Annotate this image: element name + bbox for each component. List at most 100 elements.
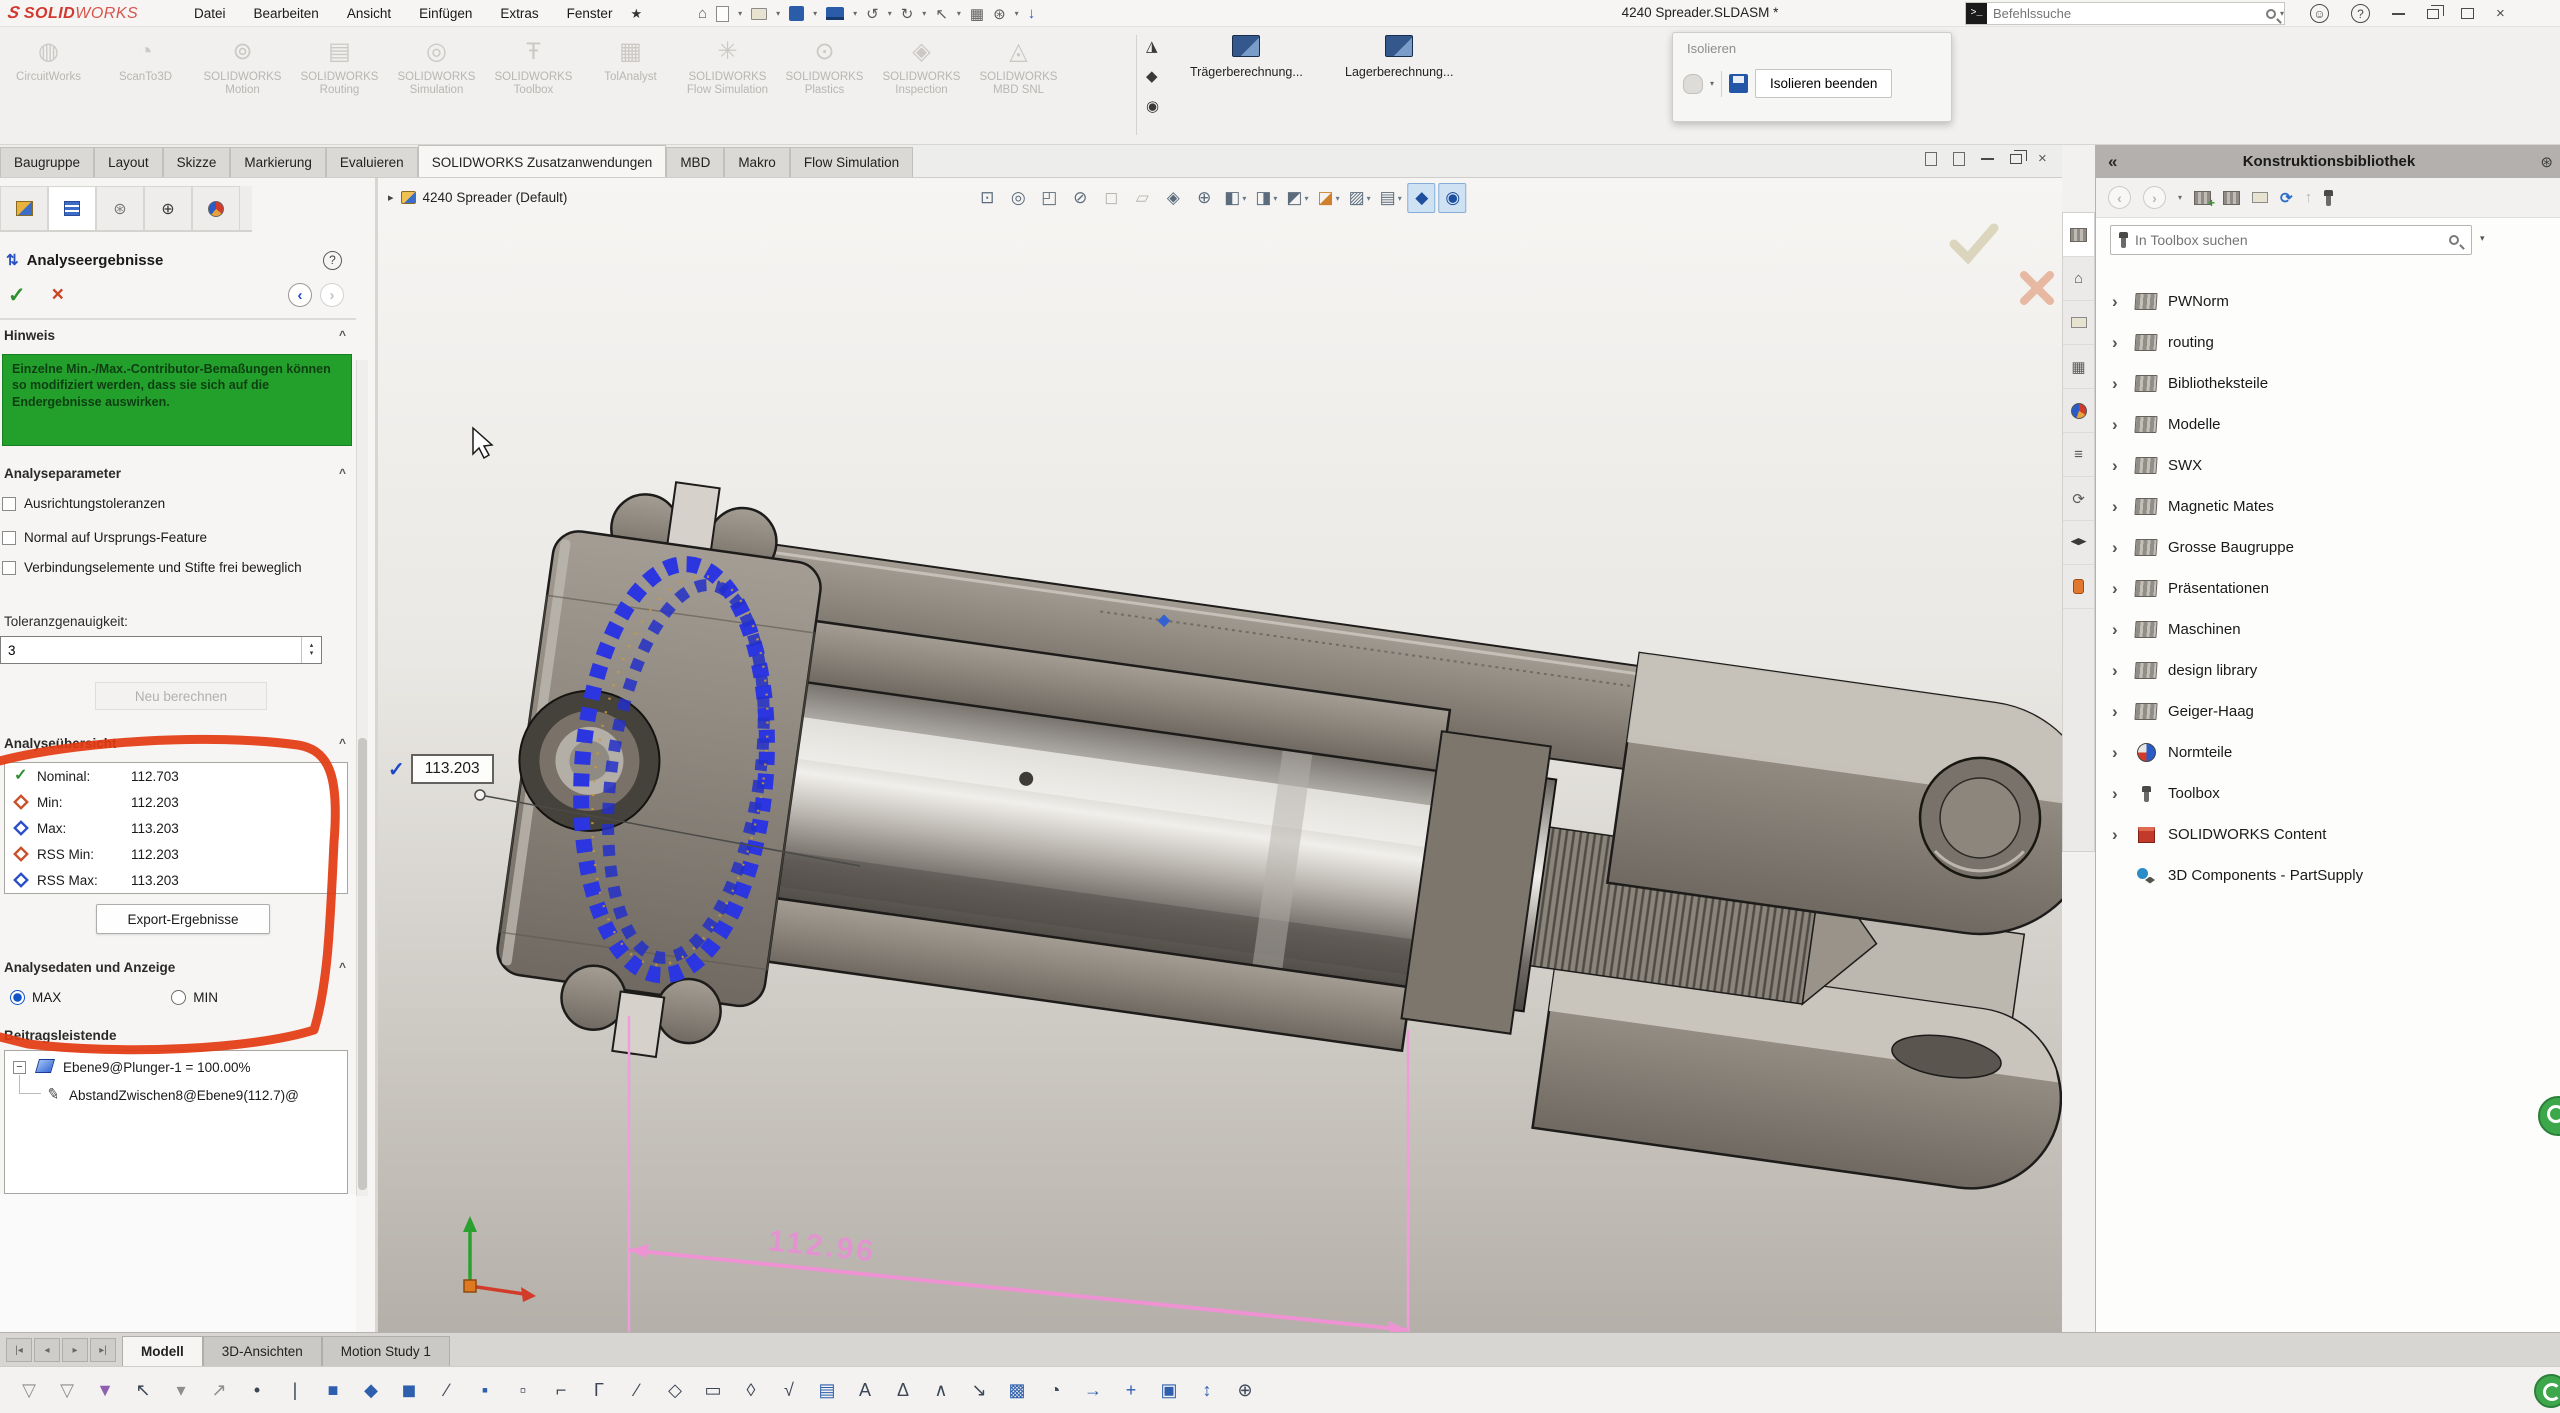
expander-icon[interactable]: › — [2112, 374, 2132, 394]
expander-icon[interactable]: › — [2112, 825, 2132, 845]
collapse-panel-icon[interactable]: « — [2108, 152, 2117, 172]
select-caret-icon[interactable]: ▾ — [162, 1371, 200, 1409]
addin-toolbox[interactable]: ŦSOLIDWORKS Toolbox — [485, 33, 582, 97]
new-document-icon[interactable] — [716, 6, 729, 22]
panel-scrollbar[interactable] — [356, 360, 368, 1196]
collapse-icon[interactable]: ^ — [339, 466, 346, 480]
tool-icon-3[interactable]: ◉ — [1146, 97, 1159, 115]
expander-icon[interactable]: › — [2112, 333, 2132, 353]
addin-inspection[interactable]: ◈SOLIDWORKS Inspection — [873, 33, 970, 97]
collapse-icon[interactable]: ^ — [339, 960, 346, 974]
tab-motion-study-1[interactable]: Motion Study 1 — [322, 1336, 450, 1366]
tab-featuremanager[interactable] — [0, 186, 48, 230]
expander-icon[interactable]: › — [2112, 784, 2132, 804]
history-caret-icon[interactable]: ▾ — [2178, 193, 2182, 202]
command-search-input[interactable] — [1987, 6, 2266, 21]
expander-icon[interactable]: › — [2112, 620, 2132, 640]
display-section-header[interactable]: Analysedaten und Anzeige ^ — [4, 960, 352, 980]
print-icon[interactable] — [826, 7, 844, 20]
sketch-point-icon[interactable]: • — [238, 1371, 276, 1409]
diamond-icon[interactable]: ◇ — [656, 1371, 694, 1409]
search-caret-icon[interactable]: ▾ — [2280, 9, 2284, 18]
forward-icon[interactable]: › — [2143, 186, 2166, 209]
export-results-button[interactable]: Export-Ergebnisse — [96, 904, 270, 934]
previous-view-icon[interactable]: ◰ — [1035, 183, 1063, 213]
addin-simulation[interactable]: ◎SOLIDWORKS Simulation — [388, 33, 485, 97]
ok-button[interactable]: ✓ — [8, 283, 26, 308]
lasso-icon[interactable]: ↗ — [200, 1371, 238, 1409]
tab-file-explorer[interactable] — [2063, 301, 2094, 345]
tab-dimxpertmanager[interactable]: ⊕ — [144, 186, 192, 230]
collapse-icon[interactable]: ^ — [339, 328, 346, 342]
expander-icon[interactable]: › — [2112, 702, 2132, 722]
parameter-section-header[interactable]: Analyseparameter ^ — [4, 466, 352, 486]
tab-flow-simulation[interactable]: Flow Simulation — [790, 147, 913, 177]
corner-rect-icon[interactable]: ⌐ — [542, 1371, 580, 1409]
select-caret-icon[interactable]: ▾ — [957, 9, 961, 18]
display-style-icon[interactable]: ◨ — [1252, 183, 1280, 213]
addin-mbd-snl[interactable]: ◬SOLIDWORKS MBD SNL — [970, 33, 1067, 97]
ellipse-tool-icon[interactable]: ◊ — [732, 1371, 770, 1409]
scene-icon[interactable]: ▨ — [1346, 183, 1374, 213]
tab-displaymanager[interactable] — [192, 186, 240, 230]
next-tab-button[interactable]: ▸ — [62, 1338, 88, 1362]
tree-item-modelle[interactable]: ›Modelle — [2096, 404, 2560, 445]
tree-item-toolbox[interactable]: ›Toolbox — [2096, 773, 2560, 814]
open-caret-icon[interactable]: ▾ — [776, 9, 780, 18]
toolbox-search[interactable] — [2110, 225, 2472, 255]
tree-child-item[interactable]: AbstandZwischen8@Ebene9(112.7)@ — [69, 1088, 299, 1103]
select-icon[interactable]: ↖ — [935, 5, 948, 23]
hide-hand-icon[interactable] — [1683, 74, 1703, 94]
maximize-button[interactable] — [2461, 8, 2474, 19]
last-tab-button[interactable]: ▸| — [90, 1338, 116, 1362]
save-caret-icon[interactable]: ▾ — [813, 9, 817, 18]
tree-item-routing[interactable]: ›routing — [2096, 322, 2560, 363]
tab-appearances[interactable] — [2063, 389, 2094, 433]
addin-plastics[interactable]: ⊙SOLIDWORKS Plastics — [776, 33, 873, 97]
isolate-caret-icon[interactable]: ▾ — [1710, 79, 1714, 88]
tree-item-praesentationen[interactable]: ›Präsentationen — [2096, 568, 2560, 609]
tab-makro[interactable]: Makro — [724, 147, 790, 177]
menu-datei[interactable]: Datei — [180, 0, 240, 27]
addin-scanto3d[interactable]: ◔ScanTo3D — [97, 33, 194, 97]
restore-button[interactable] — [2427, 9, 2439, 19]
recalculate-button[interactable]: Neu berechnen — [95, 682, 267, 710]
toolbox-bolt-icon[interactable] — [2324, 190, 2333, 206]
point-small-icon[interactable]: ▪ — [466, 1371, 504, 1409]
select-tool-icon[interactable]: ↖ — [124, 1371, 162, 1409]
tab-addin[interactable] — [2063, 565, 2094, 609]
dimension-value[interactable]: 113.203 — [411, 754, 494, 784]
line-tool-icon[interactable]: ∕ — [428, 1371, 466, 1409]
box-tool-icon[interactable]: ◼ — [390, 1371, 428, 1409]
plus-tool-icon[interactable]: + — [1112, 1371, 1150, 1409]
addin-tolanalyst[interactable]: ▦TolAnalyst — [582, 33, 679, 97]
tree-item-maschinen[interactable]: ›Maschinen — [2096, 609, 2560, 650]
tab-markierung[interactable]: Markierung — [230, 147, 326, 177]
min-radio[interactable] — [171, 990, 186, 1005]
tab-skizze[interactable]: Skizze — [163, 147, 231, 177]
tree-item-bibliotheksteile[interactable]: ›Bibliotheksteile — [2096, 363, 2560, 404]
shaded-view-icon[interactable]: ◆ — [1408, 183, 1436, 213]
filter-wireframe-icon[interactable]: ▽ — [10, 1371, 48, 1409]
step-line-icon[interactable]: Γ — [580, 1371, 618, 1409]
expander-icon[interactable]: › — [2112, 292, 2132, 312]
open-icon[interactable] — [751, 8, 767, 20]
pin-menu-icon[interactable]: ★ — [630, 6, 642, 22]
add-to-library-icon[interactable] — [2194, 191, 2211, 205]
undo-caret-icon[interactable]: ▾ — [888, 9, 892, 18]
hinweis-section-header[interactable]: Hinweis ^ — [4, 328, 352, 348]
back-icon[interactable]: ‹ — [2108, 186, 2131, 209]
tree-root-item[interactable]: Ebene9@Plunger-1 = 100.00% — [63, 1060, 250, 1075]
expander-icon[interactable]: › — [2112, 579, 2132, 599]
expander-icon[interactable]: › — [2112, 743, 2132, 763]
tree-item-geiger-haag[interactable]: ›Geiger-Haag — [2096, 691, 2560, 732]
tree-item-design-library[interactable]: ›design library — [2096, 650, 2560, 691]
addin-motion[interactable]: ⊚SOLIDWORKS Motion — [194, 33, 291, 97]
view-orientation-icon[interactable]: ◧ — [1221, 183, 1249, 213]
minimize-button[interactable] — [2392, 13, 2405, 15]
expander-icon[interactable]: › — [2112, 538, 2132, 558]
breadcrumb-arrow-icon[interactable]: ▸ — [388, 191, 394, 204]
dynamic-annotation-icon[interactable]: ◻ — [1097, 183, 1125, 213]
panel-help-icon[interactable]: ? — [323, 251, 342, 270]
cancel-button[interactable]: × — [52, 283, 64, 307]
